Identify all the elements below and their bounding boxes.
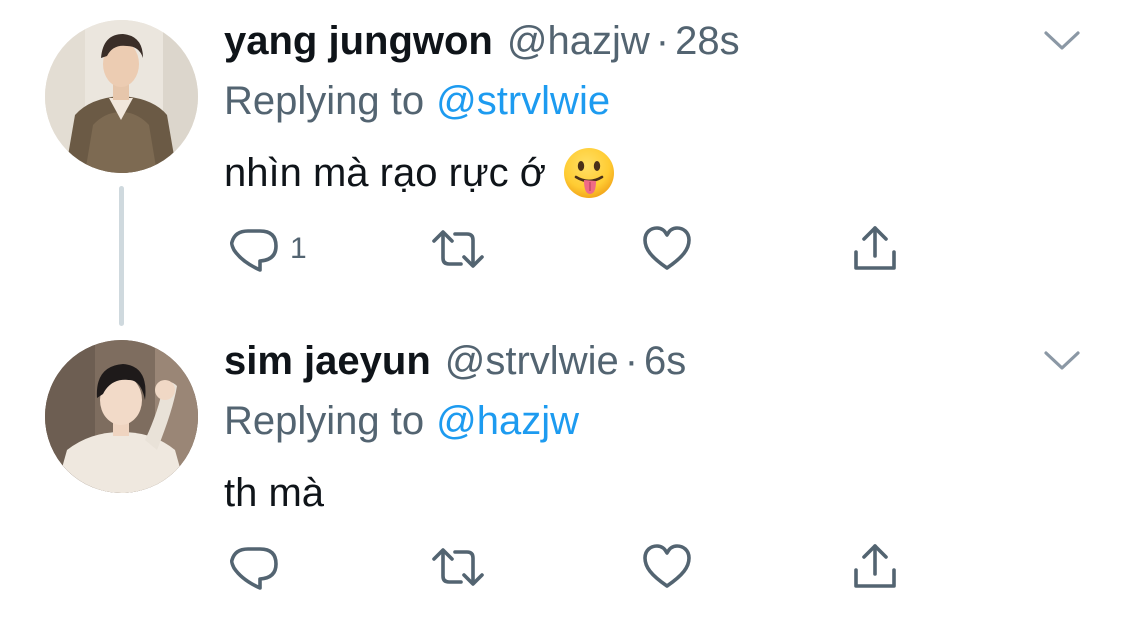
tweet-text-content: th mà bbox=[224, 471, 325, 515]
retweet-icon bbox=[432, 230, 484, 268]
share-button[interactable] bbox=[848, 540, 902, 594]
share-icon bbox=[854, 544, 896, 588]
chevron-down-icon bbox=[1044, 351, 1080, 370]
separator-dot: · bbox=[655, 19, 670, 63]
retweet-icon bbox=[432, 548, 484, 586]
replying-to-line: Replying to @hazjw bbox=[224, 396, 579, 446]
avatar-photo-icon bbox=[45, 340, 198, 493]
user-handle[interactable]: @strvlwie bbox=[445, 336, 619, 386]
chevron-down-icon bbox=[1044, 31, 1080, 50]
tweet-header: sim jaeyun @strvlwie · 6s bbox=[224, 336, 686, 386]
replying-to-mention[interactable]: @hazjw bbox=[436, 399, 579, 443]
replying-to-mention[interactable]: @strvlwie bbox=[436, 79, 610, 123]
tweet-text: th mà bbox=[224, 466, 324, 520]
like-button[interactable] bbox=[640, 540, 702, 594]
thread-connector-line bbox=[119, 186, 124, 326]
more-options-button[interactable] bbox=[1042, 28, 1082, 54]
display-name[interactable]: sim jaeyun bbox=[224, 336, 431, 386]
tweet-jungwon[interactable]: yang jungwon @hazjw · 28s Replying to @st… bbox=[0, 0, 1125, 326]
heart-icon bbox=[643, 226, 691, 270]
share-button[interactable] bbox=[848, 222, 902, 276]
tweet-header: yang jungwon @hazjw · 28s bbox=[224, 16, 740, 66]
share-icon bbox=[854, 226, 896, 270]
reply-icon bbox=[229, 547, 278, 590]
separator-dot: · bbox=[624, 339, 639, 383]
tweet-text: nhìn mà rạo rực ớ bbox=[224, 146, 616, 200]
more-options-button[interactable] bbox=[1042, 348, 1082, 374]
retweet-button[interactable] bbox=[428, 222, 496, 276]
avatar[interactable] bbox=[45, 20, 198, 173]
heart-icon bbox=[643, 544, 691, 588]
timestamp[interactable]: 28s bbox=[675, 16, 740, 66]
reply-icon bbox=[229, 229, 278, 272]
tweet-actions: 1 bbox=[226, 222, 926, 276]
replying-to-line: Replying to @strvlwie bbox=[224, 76, 610, 126]
tweet-thread: yang jungwon @hazjw · 28s Replying to @st… bbox=[0, 0, 1125, 620]
tweet-actions bbox=[226, 540, 926, 594]
retweet-button[interactable] bbox=[428, 540, 496, 594]
tweet-text-content: nhìn mà rạo rực ớ bbox=[224, 151, 547, 195]
reply-button[interactable] bbox=[226, 540, 290, 594]
reply-count: 1 bbox=[290, 232, 307, 265]
tweet-jaeyun[interactable]: sim jaeyun @strvlwie · 6s Replying to @ha… bbox=[0, 320, 1125, 620]
face-with-tongue-icon bbox=[562, 146, 616, 200]
avatar[interactable] bbox=[45, 340, 198, 493]
replying-to-label: Replying to bbox=[224, 79, 425, 123]
timestamp[interactable]: 6s bbox=[644, 336, 686, 386]
display-name[interactable]: yang jungwon bbox=[224, 16, 493, 66]
avatar-photo-icon bbox=[45, 20, 198, 173]
like-button[interactable] bbox=[640, 222, 702, 276]
reply-button[interactable]: 1 bbox=[226, 222, 307, 276]
replying-to-label: Replying to bbox=[224, 399, 425, 443]
user-handle[interactable]: @hazjw bbox=[507, 16, 650, 66]
